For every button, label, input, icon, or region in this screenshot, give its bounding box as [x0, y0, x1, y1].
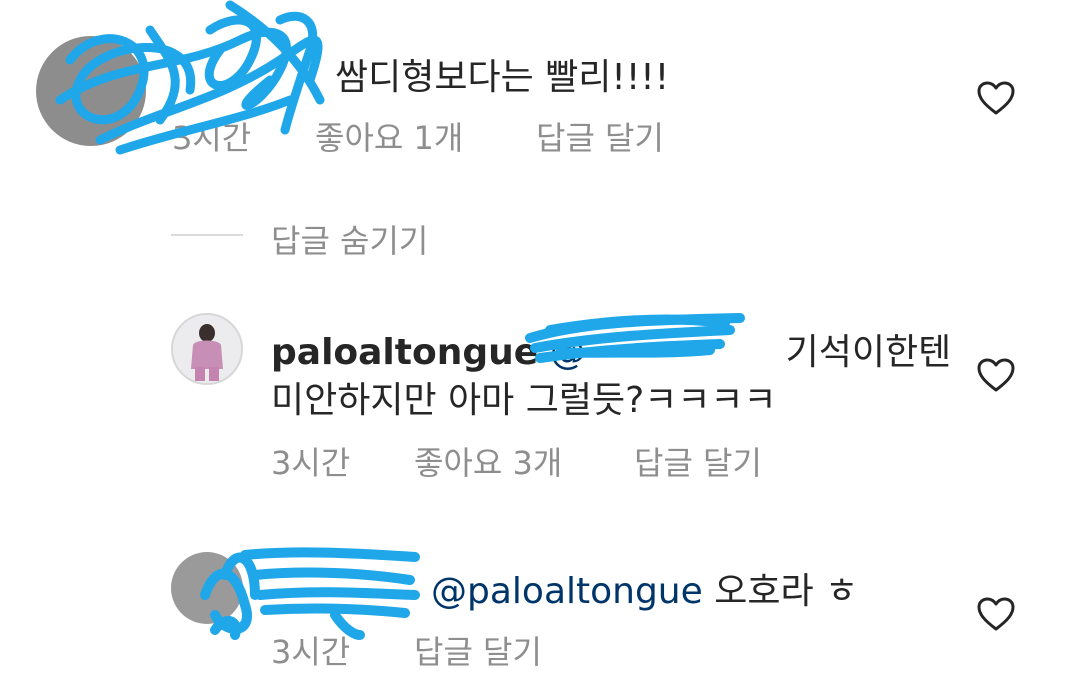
- username[interactable]: paloaltongue: [271, 332, 538, 373]
- comment-time: 3시간: [271, 444, 351, 482]
- avatar[interactable]: [171, 313, 243, 385]
- heart-icon[interactable]: [976, 80, 1016, 116]
- comment-text: 쌈디형보다는 빨리!!!!: [335, 57, 670, 98]
- comment-text: 기석이한텐: [785, 332, 952, 373]
- comment-time: 3시간: [172, 119, 252, 157]
- replies-divider: [171, 234, 243, 236]
- profile-photo: [173, 315, 241, 383]
- reply-button[interactable]: 답글 달기: [414, 627, 542, 673]
- hide-replies-button[interactable]: 답글 숨기기: [271, 216, 428, 262]
- heart-icon[interactable]: [976, 357, 1016, 393]
- avatar[interactable]: [36, 36, 146, 146]
- comment-text-line1: paloaltongue @ 기석이한텐: [271, 323, 951, 375]
- likes-count[interactable]: 좋아요 3개: [414, 438, 562, 484]
- reply-button[interactable]: 답글 달기: [536, 113, 664, 159]
- avatar[interactable]: [171, 552, 243, 624]
- likes-count[interactable]: 좋아요 1개: [315, 113, 463, 159]
- comment-time: 3시간: [271, 633, 351, 671]
- mention[interactable]: @paloaltongue: [431, 571, 703, 612]
- heart-icon[interactable]: [976, 596, 1016, 632]
- comment-text: @paloaltongue 오호라 ㅎ: [431, 571, 859, 612]
- reply-button[interactable]: 답글 달기: [634, 438, 762, 484]
- comment-text-line2: 미안하지만 아마 그럴듯?ㅋㅋㅋㅋ: [271, 380, 777, 421]
- mention[interactable]: @: [550, 332, 586, 373]
